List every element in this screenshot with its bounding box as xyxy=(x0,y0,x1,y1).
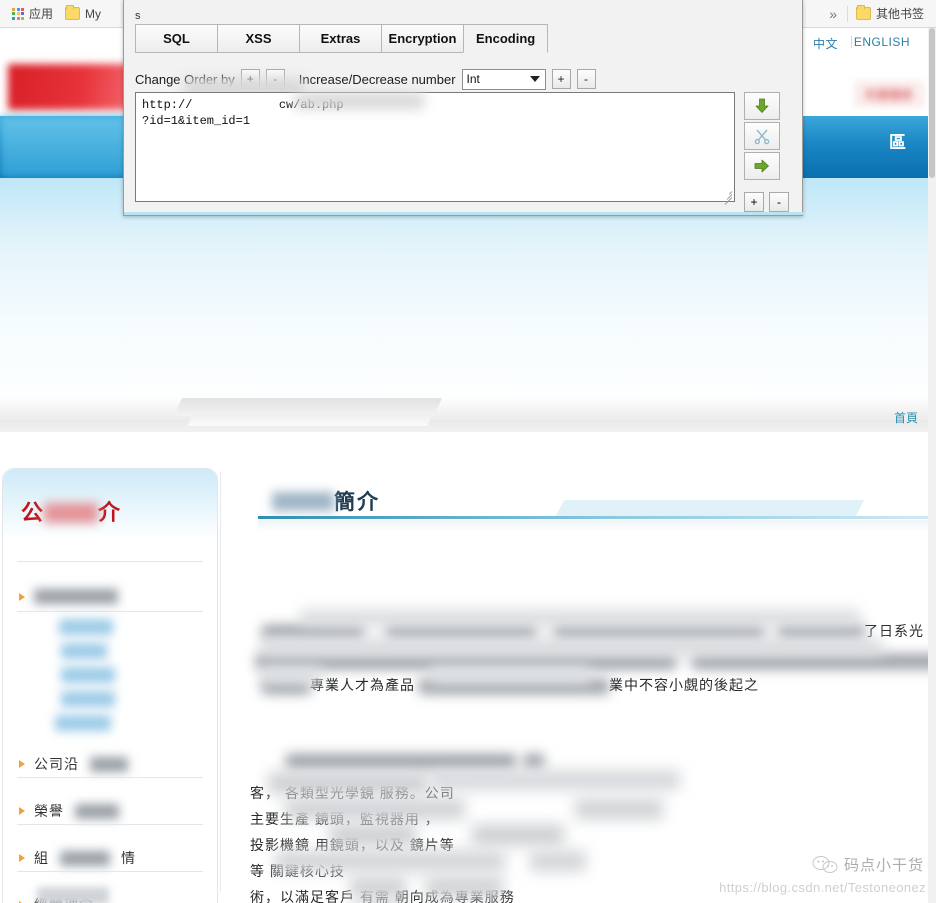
number-minus-button[interactable]: - xyxy=(576,69,596,89)
tab-extras[interactable]: Extras xyxy=(299,24,381,53)
tab-encryption[interactable]: Encryption xyxy=(381,24,463,53)
sidebar-item-label: 公司沿 xyxy=(34,756,79,772)
page-title-text: 簡介 xyxy=(334,491,380,514)
textarea-resize-grip[interactable] xyxy=(721,188,733,205)
title-underline xyxy=(258,516,928,519)
bullet-triangle-icon xyxy=(19,807,25,815)
bullet-triangle-icon xyxy=(19,760,25,768)
sidebar-title: 公介 xyxy=(21,495,121,527)
panel-zoom-buttons: + - xyxy=(744,192,789,212)
sidebar-rule xyxy=(17,871,203,872)
sidebar-rule xyxy=(17,561,203,562)
number-plus-button[interactable]: + xyxy=(551,69,571,89)
load-url-button[interactable] xyxy=(744,92,780,120)
content-area: 公介 公司沿 榮譽 組 情 簡介 了日系光 專業人才為產品 業中不容小覷的後起之… xyxy=(0,432,936,903)
sidebar-title-prefix: 公 xyxy=(21,500,45,525)
sidebar-rule xyxy=(17,824,203,825)
folder-icon xyxy=(65,5,81,20)
bookmark-apps[interactable]: 应用 xyxy=(6,3,59,24)
lang-link-english[interactable]: ENGLISH xyxy=(854,35,910,49)
intro-line-3-tail: 業中不容小覷的後起之 xyxy=(609,677,759,693)
hackbar-tool-panel: s SQL XSS Extras Encryption Encoding Cha… xyxy=(123,0,804,216)
sidebar: 公介 公司沿 榮譽 組 情 xyxy=(2,468,218,903)
watermark-brand: 码点小干货 xyxy=(843,857,924,874)
sidebar-rule xyxy=(17,611,203,612)
sidebar-item-company-history[interactable]: 公司沿 xyxy=(19,754,128,774)
sidebar-content-divider xyxy=(220,472,221,892)
panel-side-buttons xyxy=(744,92,788,182)
page-title: 簡介 xyxy=(272,486,380,516)
header-zone-label: 區 xyxy=(889,133,908,152)
number-type-value: Int xyxy=(466,72,480,86)
other-bookmarks-label: 其他书签 xyxy=(875,7,924,21)
panel-caption: s xyxy=(135,10,141,22)
heading-decor-skew xyxy=(555,500,865,516)
watermark-url: https://blog.csdn.net/Testoneonez xyxy=(719,880,926,895)
intro-line-3-mid: 專業人才為產品 xyxy=(310,677,415,693)
panel-minus-button[interactable]: - xyxy=(769,192,789,212)
notice-red-box[interactable]: 利害關係 xyxy=(855,83,922,105)
sidebar-subitem-1[interactable] xyxy=(61,643,107,659)
decor-skew-shape-2 xyxy=(187,414,433,426)
sidebar-subitem-0[interactable] xyxy=(59,619,113,635)
textarea-blur-overlay xyxy=(294,93,424,109)
execute-button[interactable] xyxy=(744,152,780,180)
panel-plus-button[interactable]: + xyxy=(744,192,764,212)
bullet-triangle-icon xyxy=(19,854,25,862)
split-url-button[interactable] xyxy=(744,122,780,150)
panel-tab-strip: SQL XSS Extras Encryption Encoding xyxy=(135,24,549,53)
bookmarks-overflow-button[interactable]: » xyxy=(821,6,845,22)
bookmark-other-bookmarks[interactable]: 其他书签 xyxy=(850,3,930,24)
bookmarks-separator xyxy=(846,5,848,22)
lang-link-chinese[interactable]: 中文 xyxy=(813,35,838,52)
sidebar-item-philosophy[interactable]: 經營理念 xyxy=(19,887,109,903)
increase-decrease-label: Increase/Decrease number xyxy=(298,71,456,87)
sidebar-subitem-2[interactable] xyxy=(61,667,115,683)
sidebar-title-suffix: 介 xyxy=(98,500,122,525)
sidebar-subitem-3[interactable] xyxy=(61,691,115,707)
title-underglow xyxy=(258,520,928,532)
folder-icon xyxy=(855,5,871,20)
arrow-right-icon xyxy=(754,159,769,173)
bullet-triangle-icon xyxy=(19,592,25,601)
breadcrumb-home[interactable]: 首頁 xyxy=(894,409,918,426)
watermark: 码点小干货 xyxy=(812,854,924,875)
page-scrollbar[interactable] xyxy=(928,28,936,903)
wechat-icon xyxy=(812,855,838,873)
tab-encoding[interactable]: Encoding xyxy=(463,24,549,53)
bookmark-my-label: My xyxy=(85,6,102,21)
sidebar-item-0[interactable] xyxy=(19,589,118,604)
chevron-down-icon xyxy=(529,75,540,82)
bookmark-apps-label: 应用 xyxy=(29,7,54,21)
tab-sql[interactable]: SQL xyxy=(135,24,217,53)
tab-xss[interactable]: XSS xyxy=(217,24,299,53)
sidebar-item-honors[interactable]: 榮譽 xyxy=(19,801,119,821)
sidebar-item-label: 榮譽 xyxy=(34,803,64,819)
bookmark-my-folder[interactable]: My xyxy=(59,5,107,23)
sidebar-rule xyxy=(17,777,203,778)
lang-divider xyxy=(851,36,852,48)
arrow-down-icon xyxy=(755,98,769,113)
sidebar-item-label: 組 xyxy=(34,850,49,866)
url-textarea[interactable]: http:// cw/ab.php ?id=1&item_id=1 xyxy=(135,92,735,202)
scrollbar-thumb[interactable] xyxy=(929,28,935,178)
panel-bottom-edge xyxy=(124,212,804,215)
intro-line-1-tail: 了日系光 xyxy=(864,623,924,639)
sidebar-item-organization[interactable]: 組情 xyxy=(19,848,136,868)
scissors-icon xyxy=(754,129,770,145)
sidebar-subitem-4[interactable] xyxy=(55,715,111,731)
number-type-select[interactable]: Int xyxy=(461,68,546,90)
apps-grid-icon xyxy=(12,7,24,20)
sidebar-item-label-mid: 情 xyxy=(121,850,136,866)
